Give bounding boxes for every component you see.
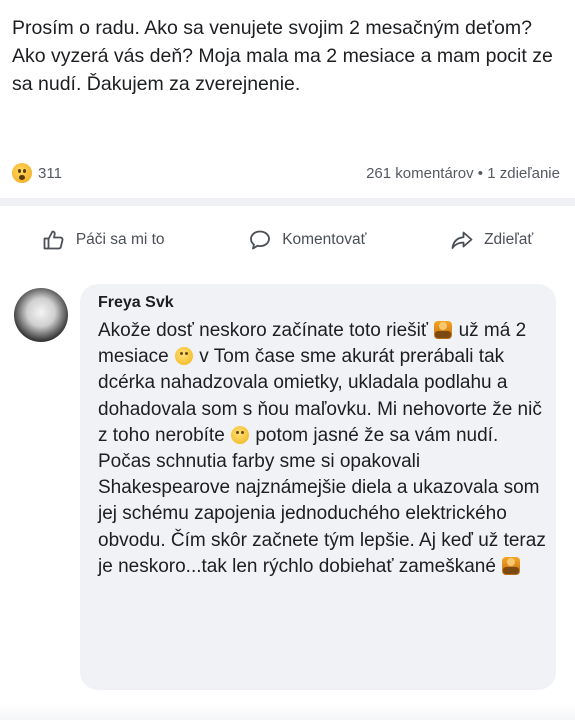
comment-label: Komentovať	[282, 231, 367, 248]
post-stats: 311 261 komentárov • 1 zdieľanie	[12, 160, 560, 186]
share-button[interactable]: Zdieľať	[450, 228, 533, 252]
smile-emoji-icon	[175, 347, 194, 366]
avatar[interactable]	[14, 288, 68, 342]
action-bar: Páči sa mi to Komentovať Zdieľať	[0, 218, 575, 262]
share-arrow-icon	[451, 231, 473, 249]
smile-emoji-icon	[231, 425, 250, 444]
haha-emoji-icon	[12, 163, 32, 183]
comment-author[interactable]: Freya Svk	[98, 294, 174, 312]
divider	[0, 198, 575, 206]
bottom-edge	[0, 704, 575, 720]
like-label: Páči sa mi to	[75, 231, 165, 248]
shrug-emoji-icon	[502, 556, 521, 575]
like-button[interactable]: Páči sa mi to	[42, 228, 165, 252]
comment-segment: Akože dosť neskoro začínate toto riešiť	[98, 320, 434, 341]
comment-text: Akože dosť neskoro začínate toto riešiť …	[98, 318, 548, 580]
thumbs-up-icon	[43, 230, 64, 250]
reaction-count: 311	[38, 164, 62, 182]
speech-bubble-icon	[250, 230, 271, 250]
comments-shares-count[interactable]: 261 komentárov • 1 zdieľanie	[366, 165, 560, 182]
post-text: Prosím o radu. Ako sa venujete svojim 2 …	[12, 17, 553, 95]
comment-segment: potom jasné že sa vám nudí. Počas schnut…	[98, 424, 546, 577]
comment-button[interactable]: Komentovať	[248, 228, 366, 252]
reactions-summary[interactable]: 311	[12, 163, 62, 183]
shrug-emoji-icon	[434, 321, 453, 339]
share-label: Zdieľať	[484, 231, 534, 248]
